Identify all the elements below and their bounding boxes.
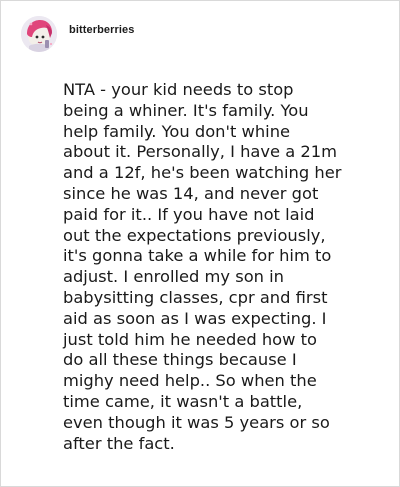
comment-line: out the expectations previously, — [63, 225, 326, 245]
comment-line: about it. Personally, I have a 21m — [63, 142, 337, 162]
comment-header: bitterberries — [21, 15, 135, 53]
comment-line: it's gonna take a while for him to — [63, 246, 332, 266]
comment-line: even though it was 5 years or so — [63, 412, 330, 432]
comment-line: do all these things because I — [63, 350, 297, 370]
comment-line: mighy need help.. So when the — [63, 371, 317, 391]
comment-card: bitterberries NTA - your kid needs to st… — [0, 0, 400, 487]
comment-line: aid as soon as I was expecting. I — [63, 308, 327, 328]
comment-line: adjust. I enrolled my son in — [63, 267, 285, 287]
comment-line: after the fact. — [63, 433, 175, 453]
comment-line: just told him he needed how to — [63, 329, 317, 349]
comment-line: and a 12f, he's been watching her — [63, 163, 342, 183]
comment-line: babysitting classes, cpr and first — [63, 287, 328, 307]
username[interactable]: bitterberries — [69, 24, 135, 36]
comment-line: being a whiner. It's family. You — [63, 100, 309, 120]
comment-line: help family. You don't whine — [63, 121, 291, 141]
user-avatar-icon[interactable] — [21, 16, 57, 52]
comment-line: time came, it wasn't a battle, — [63, 391, 303, 411]
comment-line: paid for it.. If you have not laid — [63, 204, 315, 224]
comment-line: since he was 14, and never got — [63, 183, 319, 203]
comment-body: NTA - your kid needs to stop being a whi… — [63, 80, 393, 454]
comment-line: NTA - your kid needs to stop — [63, 80, 294, 99]
